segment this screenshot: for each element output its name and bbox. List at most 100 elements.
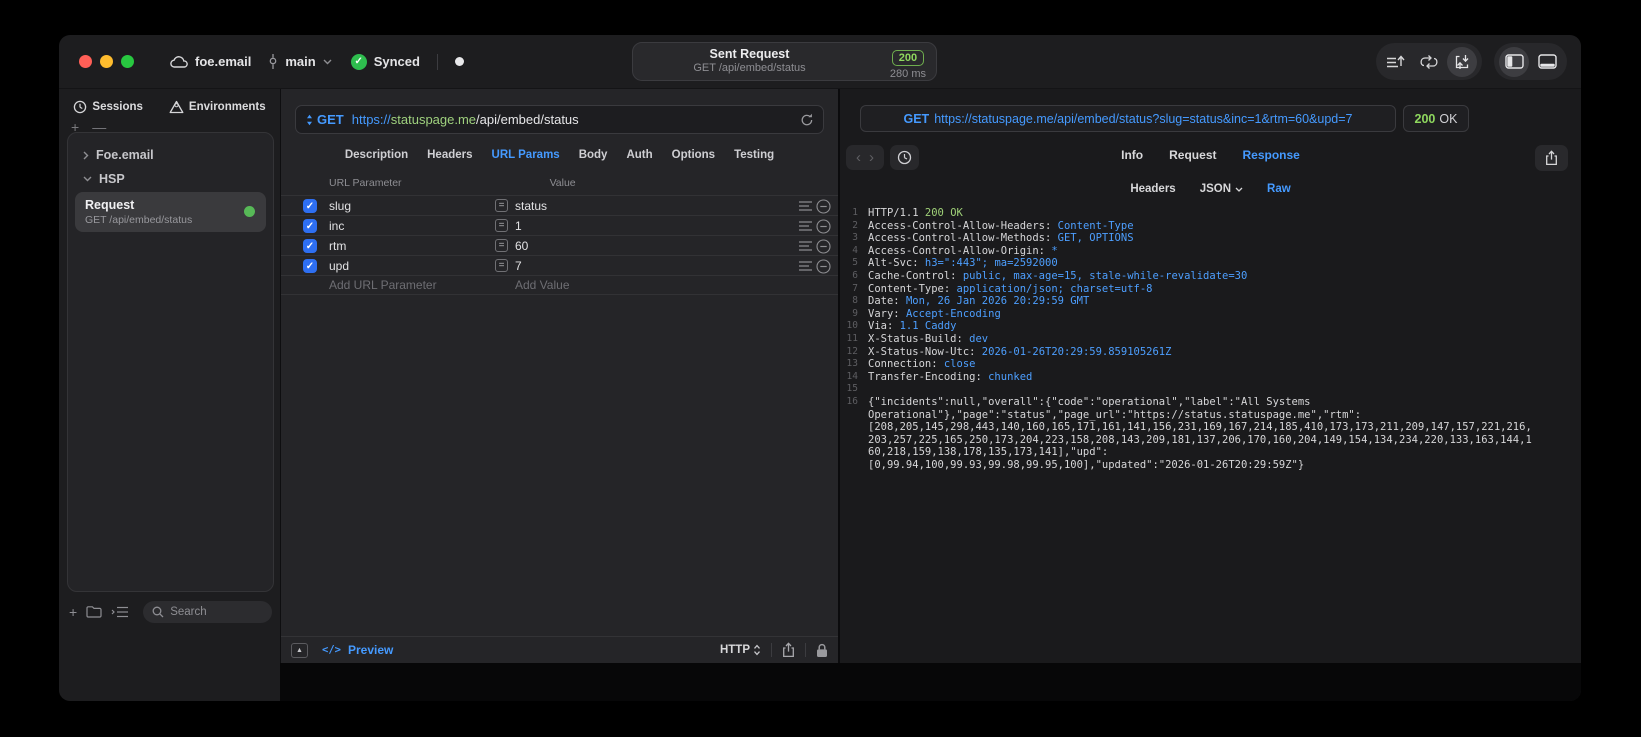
environments-icon (169, 100, 184, 114)
line-number: 9 (852, 307, 858, 319)
header-value: 1.1 Caddy (899, 320, 957, 333)
json-body-line: [0,99.94,100,99.93,99.98,99.95,100],"upd… (868, 458, 1305, 471)
toggle-sidebar-button[interactable] (1499, 46, 1529, 77)
table-row[interactable]: ✓ rtm = 60 (281, 235, 838, 255)
send-request-button[interactable] (800, 113, 814, 127)
sync-loop-button[interactable] (1414, 47, 1444, 77)
subtab-headers[interactable]: Headers (1130, 183, 1175, 195)
remove-param-button[interactable] (816, 239, 831, 254)
param-menu-icon[interactable] (799, 261, 812, 271)
param-value[interactable]: 60 (515, 239, 528, 253)
param-checkbox[interactable]: ✓ (303, 199, 317, 213)
header-key: Alt-Svc: (868, 257, 925, 270)
add-folder-button[interactable] (86, 605, 102, 618)
response-body[interactable]: 1 HTTP/1.1 200 OK 2 Access-Control-Allow-H… (840, 207, 1581, 471)
param-name[interactable]: upd (329, 259, 349, 273)
param-checkbox[interactable]: ✓ (303, 239, 317, 253)
remove-param-button[interactable] (816, 219, 831, 234)
project-name[interactable]: foe.email (195, 54, 251, 69)
unsaved-indicator-dot (454, 57, 464, 66)
json-body-line: Operational"},"page":"status","page_url"… (868, 408, 1362, 421)
header-key: Access-Control-Allow-Methods: (868, 232, 1058, 245)
header-key: Transfer-Encoding: (868, 370, 989, 383)
param-name[interactable]: slug (329, 199, 351, 213)
tab-environments[interactable]: Environments (169, 100, 266, 114)
param-menu-icon[interactable] (799, 201, 812, 211)
http-version: HTTP/1.1 (868, 207, 925, 219)
header-key: Cache-Control: (868, 269, 963, 282)
toggle-bottom-panel-button[interactable] (1532, 47, 1562, 77)
line-number: 16 (846, 395, 858, 407)
close-window-button[interactable] (79, 55, 92, 68)
subtab-json[interactable]: JSON (1200, 183, 1243, 195)
remove-param-button[interactable] (816, 259, 831, 274)
subtab-raw[interactable]: Raw (1267, 183, 1291, 195)
preview-button[interactable]: </> Preview (322, 643, 393, 657)
sent-request-url[interactable]: GET https://statuspage.me/api/embed/stat… (860, 105, 1396, 132)
request-url-bar[interactable]: GET https://statuspage.me/api/embed/stat… (295, 105, 824, 134)
tab-sessions[interactable]: Sessions (73, 100, 143, 114)
titlebar-actions (1376, 43, 1567, 80)
format-label: HTTP (719, 644, 750, 656)
tab-environments-label: Environments (188, 101, 266, 113)
share-response-button[interactable] (1535, 145, 1568, 171)
branch-name[interactable]: main (285, 54, 315, 69)
add-value-placeholder[interactable]: Add Value (515, 278, 570, 292)
collapse-panel-button[interactable]: ▲ (291, 642, 308, 658)
param-value[interactable]: 1 (515, 219, 522, 233)
json-body-line: {"incidents":null,"overall":{"code":"ope… (868, 395, 1311, 408)
tab-request[interactable]: Request (1169, 148, 1216, 162)
list-export-icon (1386, 54, 1406, 70)
lock-button[interactable] (816, 643, 828, 658)
request-method[interactable]: GET (317, 112, 344, 127)
equals-icon: = (495, 199, 508, 212)
param-value[interactable]: status (515, 199, 547, 213)
request-url[interactable]: https://statuspage.me/api/embed/status (352, 112, 579, 127)
tab-url-params[interactable]: URL Params (492, 149, 560, 161)
tree-group-foe-email[interactable]: Foe.email (75, 143, 266, 167)
share-icon (782, 642, 795, 658)
minimize-window-button[interactable] (100, 55, 113, 68)
tab-info[interactable]: Info (1121, 148, 1143, 162)
param-menu-icon[interactable] (799, 241, 812, 251)
cloud-icon (170, 55, 188, 68)
sidebar-item-request[interactable]: Request GET /api/embed/status (75, 192, 266, 232)
tab-auth[interactable]: Auth (626, 149, 652, 161)
sent-request-status-pill[interactable]: Sent Request GET /api/embed/status 200 2… (632, 42, 937, 81)
table-row[interactable]: ✓ inc = 1 (281, 215, 838, 235)
param-value[interactable]: 7 (515, 259, 522, 273)
table-row[interactable]: ✓ slug = status (281, 195, 838, 215)
tab-response[interactable]: Response (1242, 148, 1299, 162)
sync-status-label[interactable]: Synced (374, 54, 420, 69)
add-param-placeholder[interactable]: Add URL Parameter (329, 278, 437, 292)
tab-body[interactable]: Body (579, 149, 608, 161)
param-menu-icon[interactable] (799, 221, 812, 231)
method-selector-icon[interactable] (306, 114, 313, 126)
export-button[interactable] (782, 642, 795, 658)
sidebar: Sessions Environments + — Foe.email HSP … (59, 89, 280, 701)
add-param-row[interactable]: Add URL Parameter Add Value (281, 275, 838, 295)
param-checkbox[interactable]: ✓ (303, 219, 317, 233)
param-name[interactable]: rtm (329, 239, 346, 253)
format-selector[interactable]: HTTP (720, 644, 761, 656)
search-input[interactable]: Search (143, 600, 272, 623)
tab-headers[interactable]: Headers (427, 149, 472, 161)
remove-param-button[interactable] (816, 199, 831, 214)
table-row[interactable]: ✓ upd = 7 (281, 255, 838, 275)
tree-group-hsp[interactable]: HSP (75, 167, 266, 191)
footer-divider (771, 643, 772, 657)
url-host: statuspage.me (390, 112, 477, 127)
tab-options[interactable]: Options (672, 149, 715, 161)
request-list-button[interactable] (1381, 47, 1411, 77)
tab-testing[interactable]: Testing (734, 149, 774, 161)
param-name[interactable]: inc (329, 219, 344, 233)
sidebar-panel-icon (1504, 54, 1524, 69)
zoom-window-button[interactable] (121, 55, 134, 68)
param-checkbox[interactable]: ✓ (303, 259, 317, 273)
tab-description[interactable]: Description (345, 149, 408, 161)
add-request-button[interactable]: + (69, 604, 77, 620)
sent-request-title: Sent Request (709, 47, 790, 61)
footer-divider (805, 643, 806, 657)
view-options-button[interactable] (111, 606, 129, 618)
import-export-button[interactable] (1447, 46, 1477, 77)
